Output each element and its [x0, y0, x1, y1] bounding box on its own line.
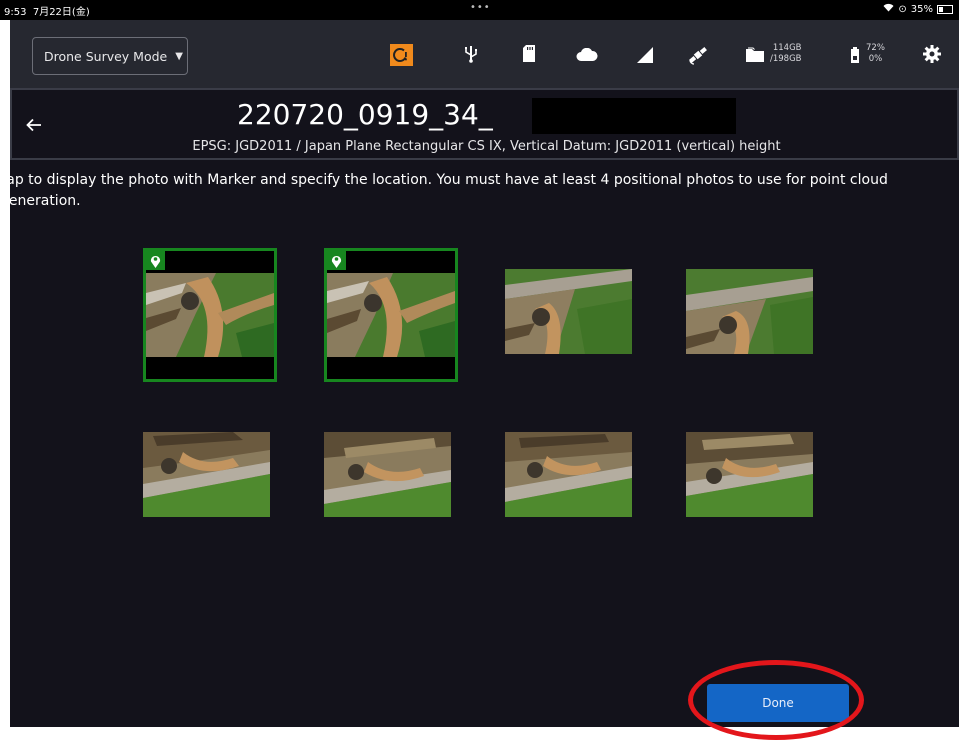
title-bar: 220720_0919_34_/G EPSG: JGD2011 / Japan …	[10, 88, 959, 160]
folder-icon[interactable]	[745, 47, 767, 66]
multitask-dots[interactable]: •••	[470, 2, 491, 13]
aerial-photo	[143, 432, 270, 517]
usb-icon[interactable]	[460, 45, 482, 67]
title-prefix: 220720_0919_34_	[237, 98, 493, 131]
battery-bottom: 0%	[868, 54, 883, 64]
battery-percent: 35%	[910, 3, 933, 15]
photo-thumb[interactable]	[143, 432, 270, 517]
redacted-block	[532, 98, 736, 134]
battery-readout: 72% 0%	[866, 43, 885, 65]
location-pin-icon	[327, 251, 346, 270]
aerial-photo	[327, 273, 455, 357]
done-button[interactable]: Done	[707, 684, 849, 722]
battery-mini-icon	[937, 4, 953, 14]
battery-icon	[844, 47, 866, 67]
photo-thumb[interactable]	[686, 269, 813, 354]
mode-dropdown-label: Drone Survey Mode	[44, 48, 168, 64]
aerial-photo	[146, 273, 274, 357]
aerial-photo	[505, 269, 632, 354]
photo-thumb[interactable]	[143, 248, 277, 382]
photo-thumb[interactable]	[324, 248, 458, 382]
gear-icon[interactable]	[921, 45, 943, 67]
sd-card-icon[interactable]	[518, 45, 540, 66]
orientation-lock-icon: ⊙	[898, 3, 907, 15]
status-time: 9:53 7月22日(金)	[4, 7, 90, 18]
status-right: ⊙ 35%	[883, 3, 953, 15]
wifi-icon	[883, 3, 894, 15]
photo-thumb[interactable]	[505, 432, 632, 517]
mode-dropdown[interactable]: Drone Survey Mode ▼	[32, 37, 188, 75]
top-toolbar: Drone Survey Mode ▼ 114GB /198GB 72% 0%	[10, 20, 959, 88]
aerial-photo	[505, 432, 632, 517]
aerial-photo	[324, 432, 451, 517]
warning-icon[interactable]	[390, 44, 413, 66]
storage-readout: 114GB /198GB	[770, 43, 802, 65]
instruction-text: Tap to display the photo with Marker and…	[0, 172, 888, 209]
storage-total: /198GB	[770, 54, 802, 64]
page-title: 220720_0919_34_/G	[12, 99, 959, 131]
cloud-icon[interactable]	[576, 47, 598, 66]
status-bar: 9:53 7月22日(金) ••• ⊙ 35%	[0, 0, 959, 20]
caret-down-icon: ▼	[175, 50, 183, 62]
aerial-photo	[686, 432, 813, 517]
photo-thumb[interactable]	[505, 269, 632, 354]
signal-icon	[634, 47, 656, 67]
crs-subtitle: EPSG: JGD2011 / Japan Plane Rectangular …	[192, 139, 781, 154]
battery-top: 72%	[866, 43, 885, 53]
app-window: Drone Survey Mode ▼ 114GB /198GB 72% 0% …	[0, 20, 959, 740]
aerial-photo	[686, 269, 813, 354]
photo-thumb[interactable]	[686, 432, 813, 517]
storage-used: 114GB	[772, 43, 802, 53]
location-pin-icon	[146, 251, 165, 270]
photo-thumb[interactable]	[324, 432, 451, 517]
satellite-icon[interactable]	[687, 45, 709, 69]
